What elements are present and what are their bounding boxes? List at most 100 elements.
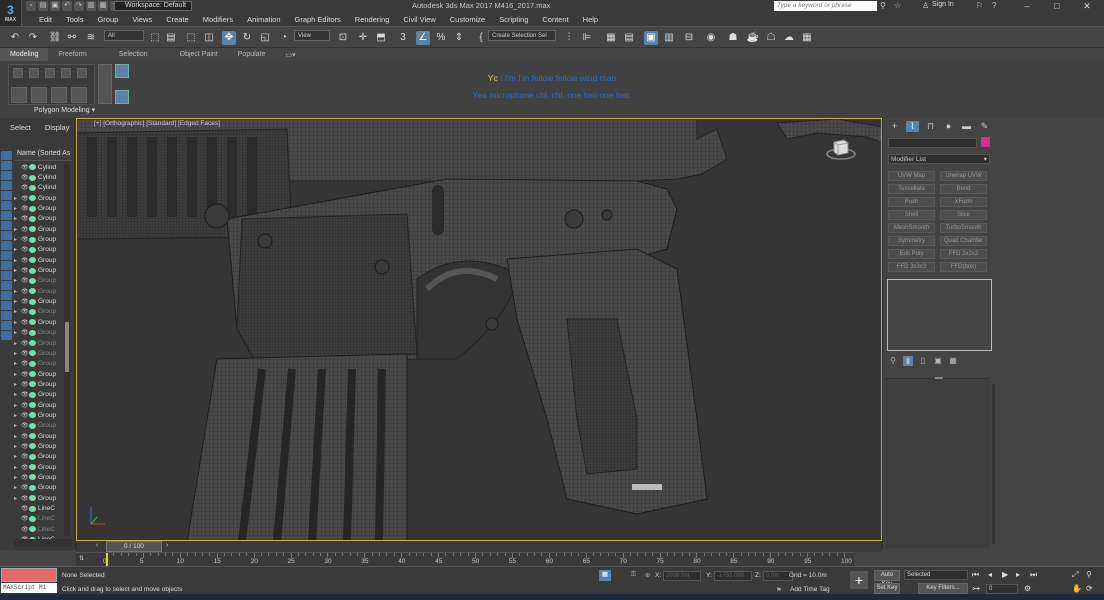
scene-tree-row[interactable]: 👁 LineC [14, 524, 64, 534]
render-cloud-icon[interactable]: ☁ [782, 31, 796, 45]
select-and-move-icon[interactable]: ✥ [222, 31, 236, 45]
expand-arrow-icon[interactable]: ▸ [14, 298, 21, 305]
play-icon[interactable]: ▶ [1002, 570, 1008, 579]
utilities-tab-icon[interactable]: ✎ [978, 121, 991, 132]
star-icon[interactable]: ☆ [894, 1, 901, 10]
new-icon[interactable]: ▫ [26, 1, 36, 11]
modifier-button[interactable]: Bend [940, 184, 987, 194]
next-frame-icon[interactable]: › [166, 542, 168, 549]
search-icon[interactable]: ⚲ [880, 1, 886, 10]
prev-key-icon[interactable]: ◂ [988, 570, 992, 579]
scene-tree-row[interactable]: ▸ 👁 Group [14, 276, 64, 286]
select-manipulate-icon[interactable]: ✛ [356, 31, 370, 45]
eye-icon[interactable]: 👁 [21, 329, 29, 336]
show-end-result-icon[interactable]: ▮ [903, 356, 913, 366]
orbit-icon[interactable]: ⟳ [1086, 584, 1093, 593]
scene-tree-row[interactable]: 👁 Cylind [14, 162, 64, 172]
go-to-end-icon[interactable]: ⏭ [1030, 570, 1037, 580]
scroll-thumb[interactable] [65, 322, 69, 372]
scene-tree-row[interactable]: ▸ 👁 Group [14, 328, 64, 338]
current-frame-marker[interactable] [106, 553, 108, 566]
menu-item[interactable]: Group [90, 15, 125, 24]
modifier-button[interactable]: Tessellate [888, 184, 935, 194]
menu-item[interactable]: Scripting [492, 15, 535, 24]
expand-arrow-icon[interactable]: ▸ [14, 381, 21, 388]
scene-tree-row[interactable]: ▸ 👁 Group [14, 462, 64, 472]
modifier-button[interactable]: Slice [940, 210, 987, 220]
eye-icon[interactable]: 👁 [21, 308, 29, 315]
undo-icon[interactable]: ↶ [8, 31, 22, 45]
scene-tree-row[interactable]: ▸ 👁 Group [14, 483, 64, 493]
containers-filter-icon[interactable] [1, 271, 12, 280]
tab-modeling[interactable]: Modeling [0, 48, 49, 61]
eye-icon[interactable]: 👁 [21, 215, 29, 222]
scene-tree-row[interactable]: ▸ 👁 Group [14, 369, 64, 379]
ribbon-options-icon[interactable]: ▭▾ [275, 51, 305, 59]
rotate-icon[interactable]: ↻ [240, 31, 254, 45]
eye-icon[interactable]: 👁 [21, 391, 29, 398]
eye-icon[interactable]: 👁 [21, 205, 29, 212]
eye-icon[interactable]: 👁 [21, 257, 29, 264]
eye-icon[interactable]: 👁 [21, 267, 29, 274]
expand-arrow-icon[interactable]: ▸ [14, 412, 21, 419]
scene-tree-row[interactable]: ▸ 👁 Group [14, 245, 64, 255]
scene-tree-row[interactable]: ▸ 👁 Group [14, 493, 64, 503]
help-icon[interactable]: ? [992, 1, 996, 10]
redo-icon[interactable]: ↷ [74, 1, 84, 11]
tab-selection[interactable]: Selection [97, 51, 158, 58]
isolate-selection-icon[interactable]: ▦ [599, 570, 611, 581]
eye-icon[interactable]: 👁 [21, 495, 29, 502]
menu-item[interactable]: Edit [32, 15, 59, 24]
filter-toggle-icon[interactable] [1, 301, 12, 310]
expand-arrow-icon[interactable]: ▸ [14, 371, 21, 378]
expand-arrow-icon[interactable]: ▸ [14, 350, 21, 357]
selection-lock-icon[interactable]: ⚿ [631, 571, 636, 579]
scene-tree-row[interactable]: ▸ 👁 Group [14, 234, 64, 244]
modifier-button[interactable]: Edit Poly [888, 249, 935, 259]
set-key-button[interactable]: Set Key [874, 583, 900, 594]
scene-tree-row[interactable]: ▸ 👁 Group [14, 296, 64, 306]
scene-tree-row[interactable]: ▸ 👁 Group [14, 472, 64, 482]
scene-tree-row[interactable]: ▸ 👁 Group [14, 390, 64, 400]
eye-icon[interactable]: 👁 [21, 195, 29, 202]
time-slider[interactable]: 0 / 100 [106, 541, 162, 552]
track-bar-icon[interactable]: ⇅ [79, 555, 84, 562]
display-all-icon[interactable] [1, 161, 12, 170]
maximize-icon[interactable]: □ [1046, 0, 1068, 13]
scene-tree-row[interactable]: ▸ 👁 Group [14, 317, 64, 327]
pivot-icon[interactable]: ⊡ [336, 31, 350, 45]
eye-icon[interactable]: 👁 [21, 464, 29, 471]
display-none-icon[interactable] [1, 151, 12, 160]
time-tag-icon[interactable]: ⚑ [776, 586, 782, 594]
modifier-button[interactable]: Shell [888, 210, 935, 220]
expand-arrow-icon[interactable]: ▸ [14, 433, 21, 440]
redo-icon[interactable]: ↷ [26, 31, 40, 45]
render-setup-icon[interactable]: ☗ [726, 31, 740, 45]
scene-tree-row[interactable]: ▸ 👁 Group [14, 400, 64, 410]
eye-icon[interactable]: 👁 [21, 433, 29, 440]
scene-tree-row[interactable]: ▸ 👁 Group [14, 255, 64, 265]
time-slider-track[interactable] [76, 541, 882, 552]
expand-arrow-icon[interactable]: ▸ [14, 215, 21, 222]
track-bar[interactable]: 0 5 10 15 20 25 30 35 40 45 50 55 60 65 70 75 80 85 90 95 10… [76, 552, 854, 566]
menu-item[interactable]: Tools [59, 15, 91, 24]
align-icon[interactable]: ⊫ [580, 31, 594, 45]
expand-arrow-icon[interactable]: ▸ [14, 205, 21, 212]
add-time-tag[interactable]: Add Time Tag [790, 586, 830, 593]
space-warps-filter-icon[interactable] [1, 231, 12, 240]
scene-tree-row[interactable]: ▸ 👁 Group [14, 338, 64, 348]
menu-item[interactable]: Customize [443, 15, 492, 24]
scene-tree-row[interactable]: ▸ 👁 Group [14, 359, 64, 369]
scene-tree-row[interactable]: ▸ 👁 Group [14, 431, 64, 441]
viewport-label[interactable]: [+] [Orthographic] [Standard] [Edged Fac… [94, 120, 220, 127]
y-coordinate-field[interactable]: -1752.088 [714, 571, 752, 581]
filter-options-icon[interactable] [1, 311, 12, 320]
selection-filter-dropdown[interactable]: All [104, 30, 144, 41]
toggle-ribbon-icon[interactable]: ▣ [644, 31, 658, 45]
tab-populate[interactable]: Populate [228, 51, 276, 58]
expand-arrow-icon[interactable]: ▸ [14, 277, 21, 284]
select-menu[interactable]: Select [10, 123, 31, 132]
menu-item[interactable]: Modifiers [196, 15, 240, 24]
lights-filter-icon[interactable] [1, 201, 12, 210]
close-icon[interactable]: ✕ [1076, 0, 1098, 13]
